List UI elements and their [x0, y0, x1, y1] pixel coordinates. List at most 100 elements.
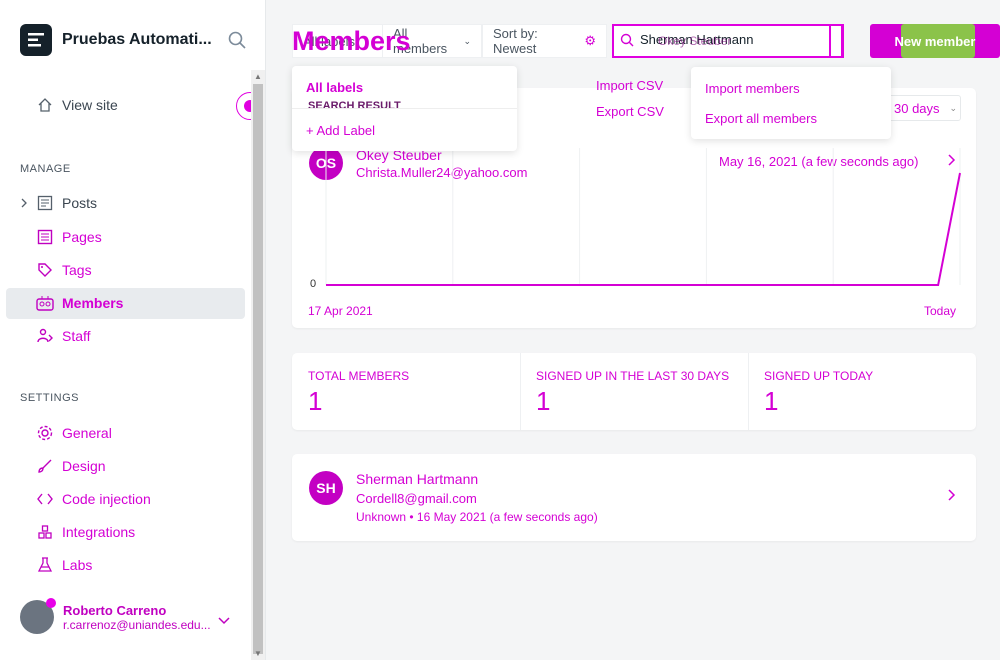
new-member-button[interactable]: New member — [870, 24, 1000, 58]
chart-member-row[interactable]: OS Okey Steuber Christa.Muller24@yahoo.c… — [309, 146, 527, 180]
sidebar-item-posts[interactable]: Posts — [36, 194, 97, 212]
chevron-down-icon: ⌄ — [463, 35, 471, 46]
member-email: Cordell8@gmail.com — [356, 491, 477, 506]
tag-icon — [36, 261, 54, 279]
new-member-label: New member — [894, 33, 976, 49]
member-date: 16 May 2021 — [416, 510, 487, 524]
export-members-option[interactable]: Export all members — [705, 111, 817, 126]
sidebar-item-tags[interactable]: Tags — [36, 261, 92, 279]
chevron-right-icon[interactable] — [947, 488, 956, 507]
add-label-text: Add Label — [316, 123, 376, 138]
plus-icon: + — [306, 123, 317, 138]
sidebar-item-staff[interactable]: Staff — [36, 327, 91, 345]
sidebar-item-label: Code injection — [62, 491, 151, 507]
manage-section-title: MANAGE — [20, 163, 71, 175]
sidebar-item-label: Staff — [62, 328, 91, 344]
period-select[interactable]: 30 days ⌄ — [886, 95, 961, 121]
members-icon — [36, 294, 54, 312]
import-members-option[interactable]: Import members — [705, 81, 800, 96]
stat-value: 1 — [536, 386, 551, 416]
chevron-right-icon[interactable] — [20, 196, 28, 214]
notification-dot — [46, 598, 56, 608]
avatar: SH — [309, 471, 343, 505]
brand-name: Pruebas Automati... — [62, 31, 212, 48]
series-line — [326, 172, 961, 286]
view-site-label: View site — [62, 97, 118, 113]
page-title: Members — [292, 26, 411, 56]
sidebar-item-label: Members — [62, 295, 124, 311]
add-label-button[interactable]: + Add Label — [306, 123, 375, 138]
scroll-down-icon[interactable]: ▼ — [254, 649, 262, 658]
gear-icon: ⚙ — [584, 33, 596, 48]
posts-icon — [36, 194, 54, 212]
sidebar-item-pages[interactable]: Pages — [36, 228, 102, 246]
search-field[interactable]: Okey Steuber — [612, 24, 844, 58]
scroll-thumb[interactable] — [253, 84, 263, 654]
stat-signed-up-30-days: SIGNED UP IN THE LAST 30 DAYS 1 — [520, 353, 748, 430]
chevron-down-icon[interactable] — [218, 612, 230, 630]
search-icon — [620, 33, 634, 52]
member-ago: (a few seconds ago) — [489, 510, 598, 524]
flask-icon — [36, 556, 54, 574]
sidebar-item-labs[interactable]: Labs — [36, 556, 92, 574]
sidebar-item-label: Pages — [62, 229, 102, 245]
chevron-down-icon: ⌄ — [949, 102, 958, 113]
all-labels-option[interactable]: All labels — [306, 80, 363, 95]
brush-icon — [36, 457, 54, 475]
sort-label: Sort by: Newest — [493, 26, 538, 56]
sidebar-item-label: Design — [62, 458, 106, 474]
staff-icon — [36, 327, 54, 345]
avatar: OS — [309, 146, 343, 180]
divider — [292, 108, 517, 109]
member-meta: Unknown • 16 May 2021 (a few seconds ago… — [356, 510, 598, 524]
list-item[interactable]: SH Sherman Hartmann Cordell8@gmail.com U… — [292, 454, 976, 541]
user-email: r.carrenoz@uniandes.edu... — [63, 617, 211, 632]
settings-section-title: SETTINGS — [20, 392, 80, 404]
period-label: 30 days — [894, 100, 940, 116]
search-autocomplete-text: Okey Steuber — [658, 34, 732, 48]
brand[interactable]: Pruebas Automati... — [20, 24, 212, 56]
gear-icon — [36, 424, 54, 442]
export-csv-link[interactable]: Export CSV — [596, 104, 664, 119]
scroll-up-icon[interactable]: ▲ — [254, 72, 262, 81]
user-menu[interactable]: Roberto Carreno r.carrenoz@uniandes.edu.… — [20, 598, 218, 634]
sidebar-item-label: Posts — [62, 195, 98, 211]
stat-value: 1 — [308, 386, 323, 416]
stat-signed-up-today: SIGNED UP TODAY 1 — [748, 353, 976, 430]
import-csv-link[interactable]: Import CSV — [596, 78, 663, 93]
stat-label: TOTAL MEMBERS — [308, 369, 410, 383]
chevron-right-icon[interactable] — [947, 153, 956, 172]
user-name: Roberto Carreno — [63, 602, 167, 618]
sidebar-item-integrations[interactable]: Integrations — [36, 523, 135, 541]
brand-logo-icon — [20, 24, 52, 56]
y-tick-label: 0 — [310, 278, 317, 290]
stats-card: TOTAL MEMBERS 1 SIGNED UP IN THE LAST 30… — [292, 353, 976, 430]
search-result-heading: SEARCH RESULT — [308, 100, 401, 112]
chart-member-date: May 16, 2021 (a few seconds ago) — [719, 154, 919, 169]
sidebar-item-members[interactable]: Members — [36, 294, 123, 312]
x-tick-label-start: 17 Apr 2021 — [308, 304, 373, 318]
code-icon — [36, 490, 54, 508]
sidebar-item-design[interactable]: Design — [36, 457, 106, 475]
home-icon — [36, 96, 54, 114]
search-icon[interactable] — [228, 31, 246, 54]
sidebar-item-label: Tags — [62, 262, 92, 278]
sidebar-item-label: General — [62, 425, 112, 441]
sort-dropdown[interactable]: Sort by: Newest ⚙ — [482, 24, 607, 58]
integrations-icon — [36, 523, 54, 541]
pages-icon — [36, 228, 54, 246]
stat-total-members: TOTAL MEMBERS 1 — [292, 353, 520, 430]
sidebar-item-label: Labs — [62, 557, 93, 573]
sidebar-item-general[interactable]: General — [36, 424, 112, 442]
labels-dropdown: All labels SEARCH RESULT + Add Label — [292, 66, 517, 151]
x-tick-label-end: Today — [924, 304, 957, 318]
member-source: Unknown — [356, 510, 407, 524]
view-site-link[interactable]: View site — [36, 96, 118, 114]
sidebar-item-code-injection[interactable]: Code injection — [36, 490, 151, 508]
sidebar-item-label: Integrations — [62, 524, 136, 540]
sidebar-scrollbar[interactable]: ▲ ▼ — [251, 70, 265, 660]
avatar — [20, 598, 56, 634]
stat-label: SIGNED UP TODAY — [764, 369, 874, 383]
search-clear-box[interactable] — [829, 24, 843, 58]
sidebar: Pruebas Automati... View site MANAGE Pos… — [0, 0, 266, 660]
